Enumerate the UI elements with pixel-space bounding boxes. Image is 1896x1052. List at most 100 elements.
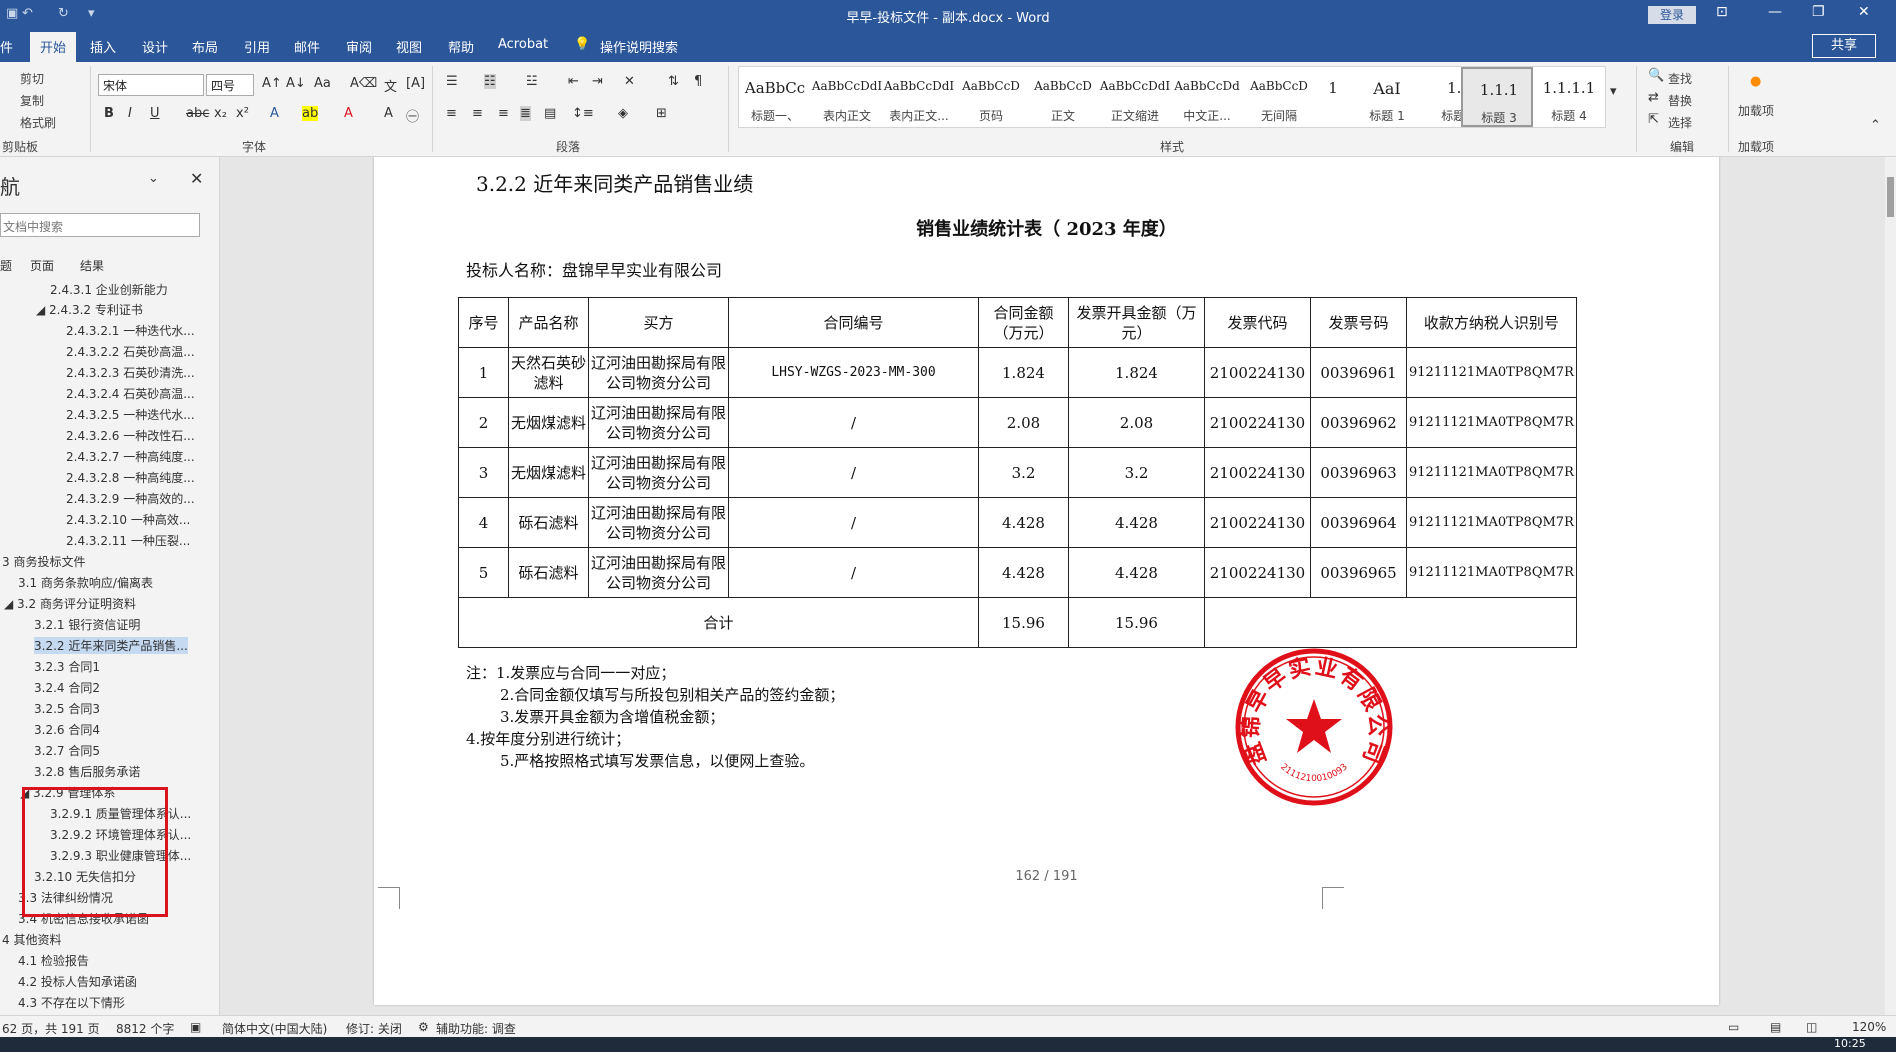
- sort-icon[interactable]: ⇅: [668, 74, 679, 89]
- web-layout-icon[interactable]: ◫: [1806, 1020, 1817, 1034]
- replace-icon[interactable]: ⇄: [1648, 90, 1659, 105]
- nav-item[interactable]: 2.4.3.2.3 石英砂清洗...: [66, 364, 195, 381]
- italic-icon[interactable]: I: [128, 106, 132, 121]
- find-button[interactable]: 查找: [1668, 70, 1692, 87]
- font-size-select[interactable]: 四号: [206, 74, 254, 96]
- nav-item[interactable]: 2.4.3.1 企业创新能力: [50, 281, 168, 298]
- decrease-indent-icon[interactable]: ⇤: [568, 74, 579, 89]
- style-item[interactable]: AaBbCcD 页码: [955, 67, 1027, 127]
- tab-view[interactable]: 视图: [396, 37, 422, 56]
- tell-me-search[interactable]: 操作说明搜索: [600, 37, 678, 56]
- style-item[interactable]: AaBbCcDd 中文正...: [1171, 67, 1243, 127]
- distributed-icon[interactable]: ▤: [544, 106, 556, 121]
- read-mode-icon[interactable]: ▭: [1728, 1020, 1739, 1034]
- underline-icon[interactable]: U: [150, 106, 160, 121]
- tab-acrobat[interactable]: Acrobat: [498, 37, 548, 52]
- nav-search-input[interactable]: 文档中搜索: [0, 213, 200, 237]
- word-count-status[interactable]: 8812 个字: [116, 1020, 174, 1037]
- nav-item[interactable]: 2.4.3.2.10 一种高效...: [66, 511, 190, 528]
- nav-item[interactable]: 2.4.3.2.5 一种迭代水...: [66, 406, 195, 423]
- zoom-level[interactable]: 120%: [1852, 1020, 1886, 1034]
- nav-item[interactable]: 2.4.3.2.9 一种高效的...: [66, 490, 195, 507]
- bold-icon[interactable]: B: [104, 106, 114, 121]
- change-case-icon[interactable]: Aa: [314, 76, 331, 91]
- borders-icon[interactable]: ⊞: [656, 106, 667, 121]
- style-item-selected[interactable]: 1.1.1 标题 3: [1461, 67, 1533, 127]
- nav-item[interactable]: 3.1 商务条款响应/偏离表: [18, 574, 153, 591]
- nav-item[interactable]: 4.3 不存在以下情形: [18, 994, 125, 1011]
- superscript-icon[interactable]: x²: [236, 106, 249, 121]
- accessibility-status[interactable]: 辅助功能: 调查: [436, 1020, 516, 1037]
- nav-item[interactable]: 4 其他资料: [2, 931, 61, 948]
- numbering-icon[interactable]: ☷: [484, 74, 496, 89]
- tab-design[interactable]: 设计: [142, 37, 168, 56]
- nav-item[interactable]: 2.4.3.2.8 一种高纯度...: [66, 469, 195, 486]
- align-left-icon[interactable]: ≡: [446, 106, 457, 121]
- shading-icon[interactable]: ◈: [618, 106, 628, 121]
- select-button[interactable]: 选择: [1668, 114, 1692, 131]
- cut-button[interactable]: 剪切: [20, 70, 44, 87]
- close-icon[interactable]: ✕: [190, 169, 203, 188]
- nav-item[interactable]: 3.2.4 合同2: [34, 679, 100, 696]
- nav-item[interactable]: 4.1 检验报告: [18, 952, 89, 969]
- language-status[interactable]: 简体中文(中国大陆): [222, 1020, 327, 1037]
- subscript-icon[interactable]: x₂: [214, 106, 227, 121]
- track-changes-status[interactable]: 修订: 关闭: [346, 1020, 402, 1037]
- nav-item[interactable]: 3.2.3 合同1: [34, 658, 100, 675]
- vertical-scrollbar[interactable]: [1885, 157, 1896, 1015]
- character-shading-icon[interactable]: A: [384, 106, 393, 121]
- tab-mailings[interactable]: 邮件: [294, 37, 320, 56]
- text-effects-icon[interactable]: A: [270, 106, 279, 121]
- nav-item[interactable]: 2.4.3.2.2 石英砂高温...: [66, 343, 195, 360]
- increase-indent-icon[interactable]: ⇥: [592, 74, 603, 89]
- nav-item[interactable]: 3.2.5 合同3: [34, 700, 100, 717]
- nav-item[interactable]: 2.4.3.2.7 一种高纯度...: [66, 448, 195, 465]
- nav-item[interactable]: ◢ 3.2 商务评分证明资料: [4, 595, 136, 612]
- chevron-down-icon[interactable]: ⌄: [148, 171, 159, 186]
- enclose-characters-icon[interactable]: ㊀: [406, 106, 419, 125]
- nav-item-selected[interactable]: 3.2.2 近年来同类产品销售...: [34, 637, 188, 654]
- nav-item[interactable]: ◢ 2.4.3.2 专利证书: [36, 301, 143, 318]
- phonetic-guide-icon[interactable]: 文: [384, 76, 397, 95]
- ribbon-display-icon[interactable]: ⊡: [1716, 4, 1728, 20]
- addins-icon[interactable]: ●: [1750, 74, 1761, 89]
- tab-help[interactable]: 帮助: [448, 37, 474, 56]
- clear-formatting-icon[interactable]: A⌫: [350, 76, 377, 91]
- chinese-layout-icon[interactable]: ✕: [624, 74, 635, 89]
- tab-pages[interactable]: 页面: [30, 257, 54, 274]
- style-item[interactable]: AaBbCcD 正文: [1027, 67, 1099, 127]
- show-marks-icon[interactable]: ¶: [694, 74, 702, 89]
- nav-item[interactable]: 2.4.3.2.6 一种改性石...: [66, 427, 195, 444]
- highlight-icon[interactable]: ab: [302, 106, 319, 121]
- tab-layout[interactable]: 布局: [192, 37, 218, 56]
- font-name-select[interactable]: 宋体: [98, 74, 204, 96]
- share-button[interactable]: 共享: [1812, 34, 1876, 58]
- tab-review[interactable]: 审阅: [346, 37, 372, 56]
- maximize-icon[interactable]: ❐: [1812, 4, 1825, 20]
- line-spacing-icon[interactable]: ↕≡: [572, 106, 594, 121]
- addins-button[interactable]: 加载项: [1738, 102, 1774, 119]
- select-icon[interactable]: ⇱: [1648, 112, 1659, 127]
- grow-font-icon[interactable]: A↑: [262, 76, 282, 91]
- align-center-icon[interactable]: ≡: [472, 106, 483, 121]
- style-item[interactable]: 1.1.1.1 标题 4: [1533, 67, 1605, 127]
- nav-item[interactable]: 3 商务投标文件: [2, 553, 85, 570]
- nav-item[interactable]: 2.4.3.2.4 石英砂高温...: [66, 385, 195, 402]
- replace-button[interactable]: 替换: [1668, 92, 1692, 109]
- nav-item[interactable]: 4.2 投标人告知承诺函: [18, 973, 137, 990]
- expand-icon[interactable]: ◢: [4, 597, 17, 611]
- nav-item[interactable]: 2.4.3.2.11 一种压裂...: [66, 532, 190, 549]
- tab-references[interactable]: 引用: [244, 37, 270, 56]
- document-page[interactable]: 3.2.2 近年来同类产品销售业绩 销售业绩统计表（ 2023 年度） 投标人名…: [374, 157, 1719, 1005]
- scrollbar-thumb[interactable]: [1887, 177, 1894, 217]
- nav-item[interactable]: 2.4.3.2.1 一种迭代水...: [66, 322, 195, 339]
- justify-icon[interactable]: ≣: [520, 106, 531, 121]
- style-item[interactable]: AaBbCcDdI 表内正文...: [883, 67, 955, 127]
- minimize-icon[interactable]: —: [1768, 4, 1782, 20]
- nav-item[interactable]: 3.2.7 合同5: [34, 742, 100, 759]
- page-count-status[interactable]: 62 页，共 191 页: [2, 1020, 100, 1037]
- align-right-icon[interactable]: ≡: [498, 106, 509, 121]
- tab-headings[interactable]: 题: [0, 257, 12, 274]
- bullets-icon[interactable]: ☰: [446, 74, 458, 89]
- login-button[interactable]: 登录: [1648, 6, 1696, 24]
